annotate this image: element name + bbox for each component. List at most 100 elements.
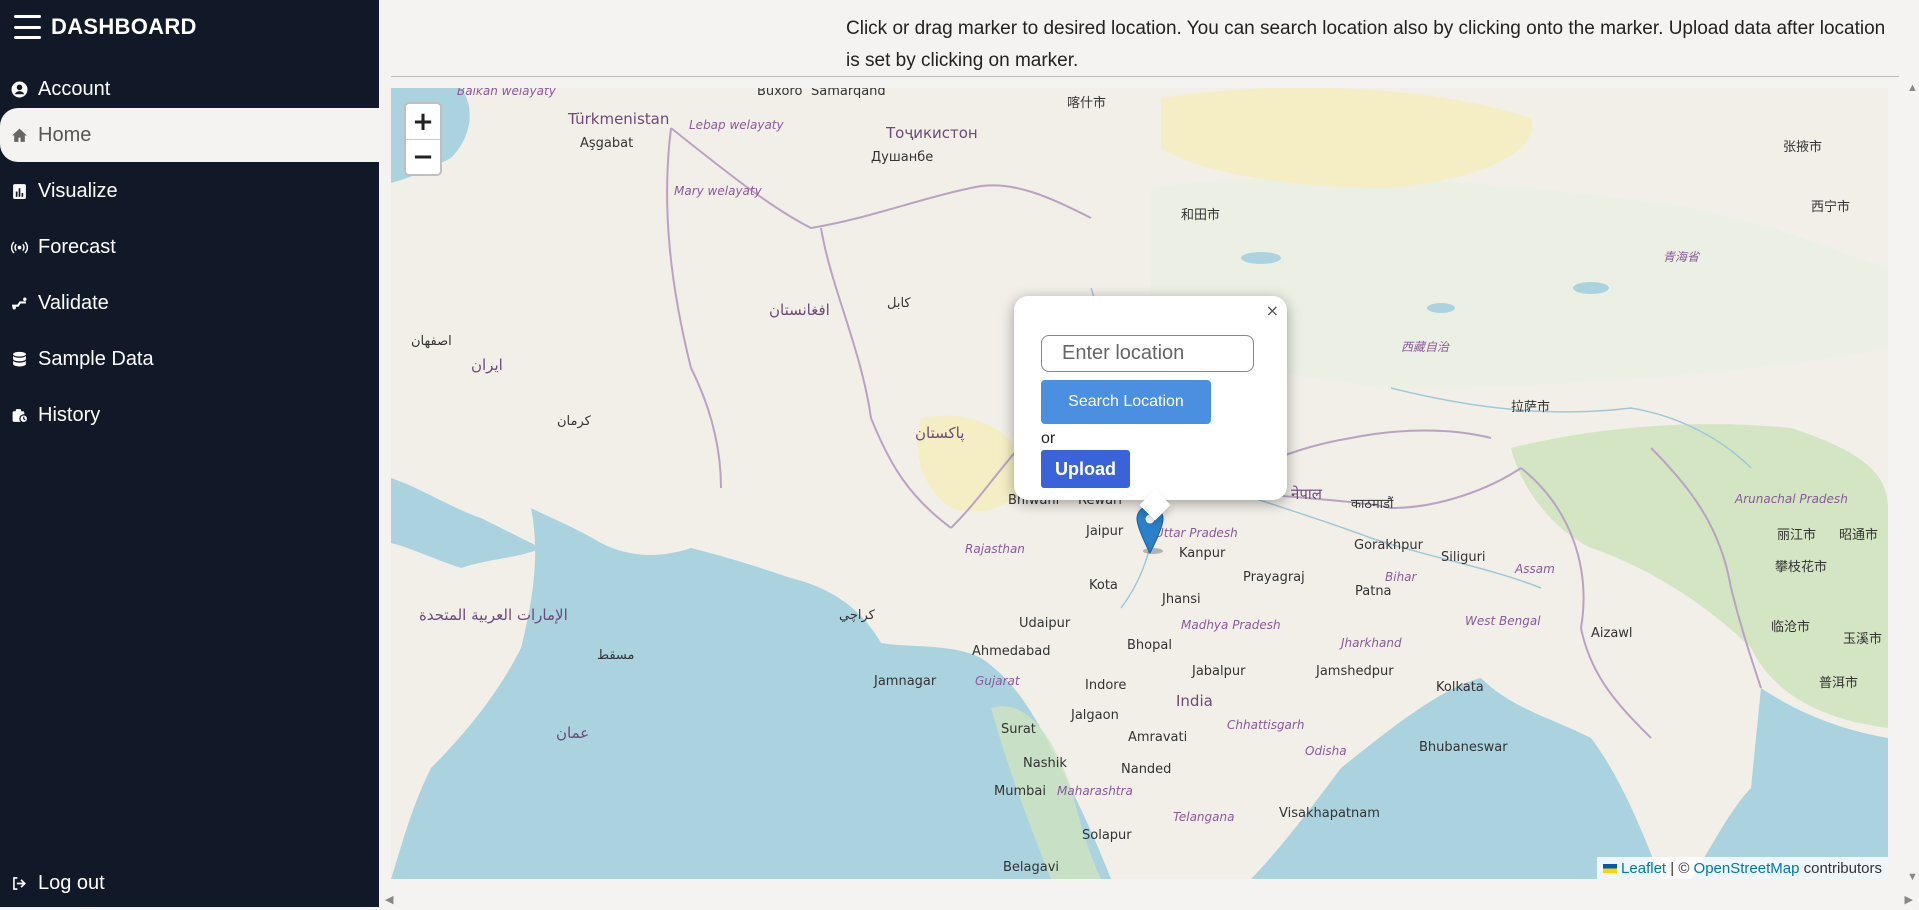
map-label: Rajasthan <box>965 542 1025 556</box>
map-label: Visakhapatnam <box>1279 806 1380 821</box>
map-label: Bihar <box>1385 570 1417 584</box>
vertical-scrollbar[interactable]: ▲ ▼ <box>1905 82 1919 883</box>
map-label: Bhopal <box>1127 638 1172 653</box>
map-label: Assam <box>1515 562 1555 576</box>
sidebar-item-sample-data[interactable]: Sample Data <box>0 332 379 386</box>
zoom-out-button[interactable]: − <box>406 139 440 174</box>
logout-label: Log out <box>38 871 105 894</box>
map-label: Mary welayaty <box>674 184 762 198</box>
map-label: Telangana <box>1173 810 1235 824</box>
map-label: افغانستان <box>769 301 830 319</box>
map-label: 张掖市 <box>1783 140 1823 155</box>
scroll-up-icon[interactable]: ▲ <box>1907 82 1918 94</box>
history-icon <box>0 407 38 424</box>
map-label: Lebap welayaty <box>689 118 784 132</box>
attribution-suffix: contributors <box>1799 859 1882 877</box>
map-label: Ahmedabad <box>972 644 1051 659</box>
popup-close-button[interactable]: × <box>1266 301 1279 320</box>
ukraine-flag-icon <box>1603 863 1618 873</box>
sidebar-item-visualize[interactable]: Visualize <box>0 164 379 218</box>
instructions-text: Click or drag marker to desired location… <box>846 18 1886 71</box>
main-content: Click or drag marker to desired location… <box>379 0 1919 907</box>
map-label: Amravati <box>1128 730 1188 745</box>
location-popup: × Search Location or Upload <box>1014 296 1287 521</box>
map-label: Belagavi <box>1003 860 1060 875</box>
map-label: Душанбе <box>871 150 934 165</box>
map-label: Aizawl <box>1591 626 1633 641</box>
map-label: Jhansi <box>1162 592 1201 607</box>
map-label: Nanded <box>1121 762 1172 777</box>
map-label: Surat <box>1001 722 1036 737</box>
map-label: Madhya Pradesh <box>1181 618 1281 632</box>
horizontal-scrollbar[interactable]: ◀ ▶ <box>379 893 1919 907</box>
scroll-right-icon[interactable]: ▶ <box>1905 893 1913 906</box>
map-label: Kanpur <box>1179 546 1226 561</box>
map-label: Chhattisgarh <box>1227 718 1305 732</box>
map-label: Gujarat <box>975 674 1020 688</box>
map-label: Udaipur <box>1019 616 1071 631</box>
map-label: Türkmenistan <box>568 110 670 128</box>
map-label: Siliguri <box>1441 550 1486 565</box>
map-label: Uttar Pradesh <box>1155 526 1238 540</box>
map-label: 西宁市 <box>1811 200 1851 215</box>
map[interactable]: Türkmenistan Aşgabat Samarqand Buxoro То… <box>391 88 1888 879</box>
map-label: 普洱市 <box>1819 676 1859 691</box>
map-label: Nashik <box>1023 756 1067 771</box>
map-label: الإمارات العربية المتحدة <box>419 606 568 624</box>
map-label: کابل <box>887 296 911 311</box>
map-label: Jamshedpur <box>1316 664 1394 679</box>
map-label: Mumbai <box>994 784 1046 799</box>
map-label: Indore <box>1085 678 1127 693</box>
map-label: काठमाडौं <box>1351 497 1394 512</box>
location-input[interactable] <box>1041 335 1254 372</box>
map-label: Odisha <box>1305 744 1347 758</box>
map-label: नेपाल <box>1291 485 1322 503</box>
scroll-left-icon[interactable]: ◀ <box>385 893 393 906</box>
map-label: 和田市 <box>1181 208 1221 223</box>
broadcast-icon <box>0 239 38 256</box>
map-label: پاکستان <box>915 424 965 442</box>
map-label: Тоҷикистон <box>886 124 978 142</box>
search-location-button[interactable]: Search Location <box>1041 380 1211 424</box>
map-label: Patna <box>1355 584 1392 599</box>
map-label: Jamnagar <box>874 674 937 689</box>
chart-icon <box>0 183 38 200</box>
map-label: Aşgabat <box>580 136 634 151</box>
leaflet-link[interactable]: Leaflet <box>1621 860 1666 877</box>
map-label: 丽江市 <box>1777 528 1817 543</box>
sidebar-item-label: Forecast <box>38 235 116 258</box>
upload-button[interactable]: Upload <box>1041 450 1130 488</box>
map-label: اصفهان <box>411 334 452 349</box>
sidebar-item-label: Home <box>38 123 92 146</box>
or-text: or <box>1041 430 1056 447</box>
map-label: Balkan welayaty <box>457 88 556 98</box>
sidebar: DASHBOARD Account Home Visualize Forecas… <box>0 0 379 907</box>
map-label: 西藏自治 <box>1401 340 1450 354</box>
map-label: 玉溪市 <box>1843 632 1883 647</box>
sidebar-item-label: Validate <box>38 291 109 314</box>
sidebar-item-label: Sample Data <box>38 347 154 370</box>
hamburger-menu-icon[interactable] <box>14 15 41 39</box>
sidebar-item-history[interactable]: History <box>0 388 379 442</box>
map-label: 昭通市 <box>1839 528 1879 543</box>
logout-button[interactable]: Log out <box>0 856 379 910</box>
user-circle-icon <box>0 81 38 98</box>
openstreetmap-link[interactable]: OpenStreetMap <box>1694 860 1800 877</box>
map-label: 攀枝花市 <box>1775 560 1828 575</box>
zoom-control: + − <box>404 102 442 176</box>
sidebar-item-home[interactable]: Home <box>0 108 379 162</box>
map-label: Jharkhand <box>1341 636 1402 650</box>
map-label: Jalgaon <box>1071 708 1119 723</box>
map-label: 喀什市 <box>1067 96 1107 111</box>
sidebar-item-validate[interactable]: Validate <box>0 276 379 330</box>
zoom-in-button[interactable]: + <box>406 104 440 139</box>
scroll-down-icon[interactable]: ▼ <box>1907 871 1918 883</box>
map-label: Prayagraj <box>1243 570 1305 585</box>
attribution-separator: | © <box>1666 859 1694 877</box>
map-attribution: Leaflet | © OpenStreetMap contributors <box>1597 857 1888 879</box>
brand: DASHBOARD <box>14 12 197 42</box>
map-label: West Bengal <box>1465 614 1541 628</box>
map-label: كراچي <box>839 608 875 623</box>
map-label: ایران <box>471 356 503 374</box>
sidebar-item-forecast[interactable]: Forecast <box>0 220 379 274</box>
